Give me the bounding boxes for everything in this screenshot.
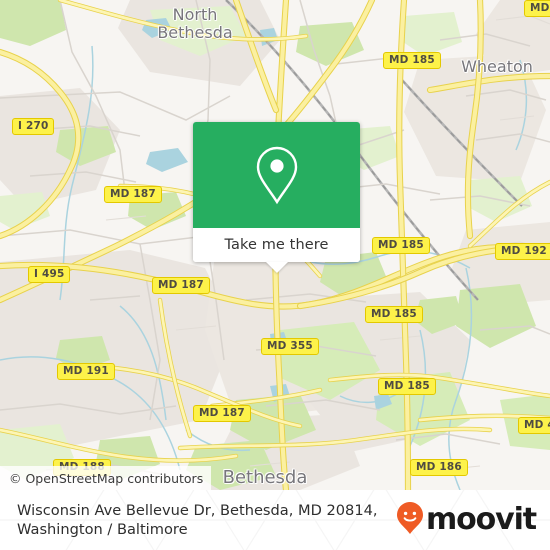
moovit-logo[interactable]: moovit (396, 501, 537, 540)
moovit-smiley-pin-icon (396, 501, 424, 540)
moovit-wordmark: moovit (425, 502, 537, 537)
take-me-there-label: Take me there (224, 237, 329, 253)
road-shield-md187-mid[interactable]: MD 187 (152, 277, 210, 295)
address-text: Wisconsin Ave Bellevue Dr, Bethesda, MD … (17, 501, 378, 539)
osm-attribution-text: © OpenStreetMap contributors (9, 470, 204, 486)
card-pointer-tail (265, 262, 288, 273)
road-shield-md191[interactable]: MD 191 (57, 363, 115, 381)
map-pin-icon (254, 145, 300, 205)
road-shield-md185-cent[interactable]: MD 185 (365, 306, 423, 324)
road-shield-md192[interactable]: MD 192 (495, 243, 550, 261)
address-line-1: Wisconsin Ave Bellevue Dr, Bethesda, MD … (17, 502, 378, 519)
road-shield-md410[interactable]: MD 410 (518, 417, 550, 435)
road-shield-md185-low[interactable]: MD 185 (378, 378, 436, 396)
osm-attribution-bar: © OpenStreetMap contributors (0, 466, 211, 490)
location-info-card[interactable]: Take me there (193, 122, 360, 273)
footer-bar: Wisconsin Ave Bellevue Dr, Bethesda, MD … (0, 490, 550, 550)
road-shield-i270[interactable]: I 270 (12, 118, 55, 136)
address-line-2: Washington / Baltimore (17, 521, 188, 538)
map-canvas[interactable]: .land { fill:#f7f5f2; } .res { fill:#eae… (0, 0, 550, 490)
road-shield-md187-upper[interactable]: MD 187 (104, 186, 162, 204)
road-shield-md-topright[interactable]: MD (524, 0, 550, 18)
card-action-area[interactable]: Take me there (193, 228, 360, 273)
road-shield-md186[interactable]: MD 186 (410, 459, 468, 477)
road-shield-md185-mid[interactable]: MD 185 (372, 237, 430, 255)
road-shield-md185-top[interactable]: MD 185 (383, 52, 441, 70)
screenshot-root: .land { fill:#f7f5f2; } .res { fill:#eae… (0, 0, 550, 550)
card-image-area (193, 122, 360, 228)
road-shield-i495[interactable]: I 495 (28, 266, 71, 284)
road-shield-md187-low[interactable]: MD 187 (193, 405, 251, 423)
road-shield-md355[interactable]: MD 355 (261, 338, 319, 356)
